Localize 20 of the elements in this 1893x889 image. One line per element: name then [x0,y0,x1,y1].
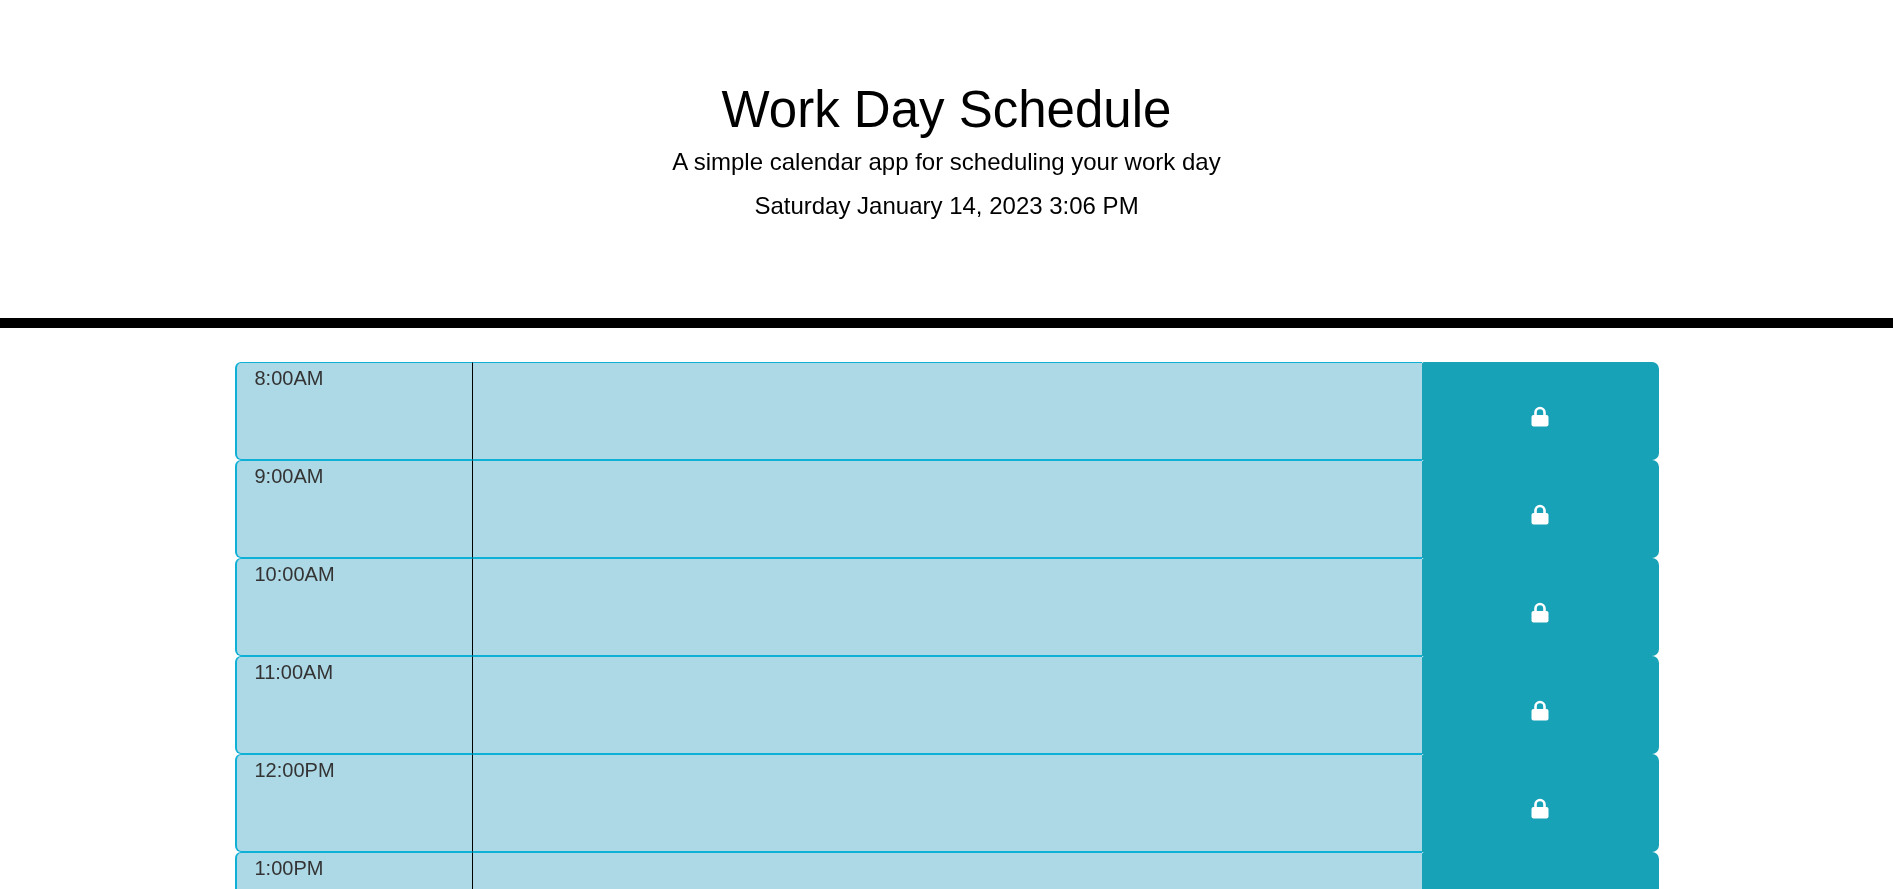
event-textarea[interactable] [471,558,1422,656]
page-title: Work Day Schedule [721,80,1172,140]
event-textarea[interactable] [471,460,1422,558]
hour-label: 12:00PM [254,759,335,781]
lock-icon [1531,797,1549,819]
current-date: Saturday January 14, 2023 3:06 PM [754,191,1139,221]
event-textarea[interactable] [471,754,1422,852]
hour-label: 8:00AM [254,367,324,389]
lock-icon [1531,601,1549,623]
hour-label: 1:00PM [254,857,324,879]
page-subtitle: A simple calendar app for scheduling your work day [672,147,1221,177]
hour-label: 11:00AM [254,661,334,683]
lock-icon [1531,405,1549,427]
hour-label: 9:00AM [254,465,324,487]
event-textarea[interactable] [471,656,1422,754]
lock-icon [1531,503,1549,525]
event-textarea[interactable] [471,362,1422,460]
lock-icon [1531,699,1549,721]
save-button[interactable] [1421,362,1659,460]
hour-label: 10:00AM [254,563,335,585]
